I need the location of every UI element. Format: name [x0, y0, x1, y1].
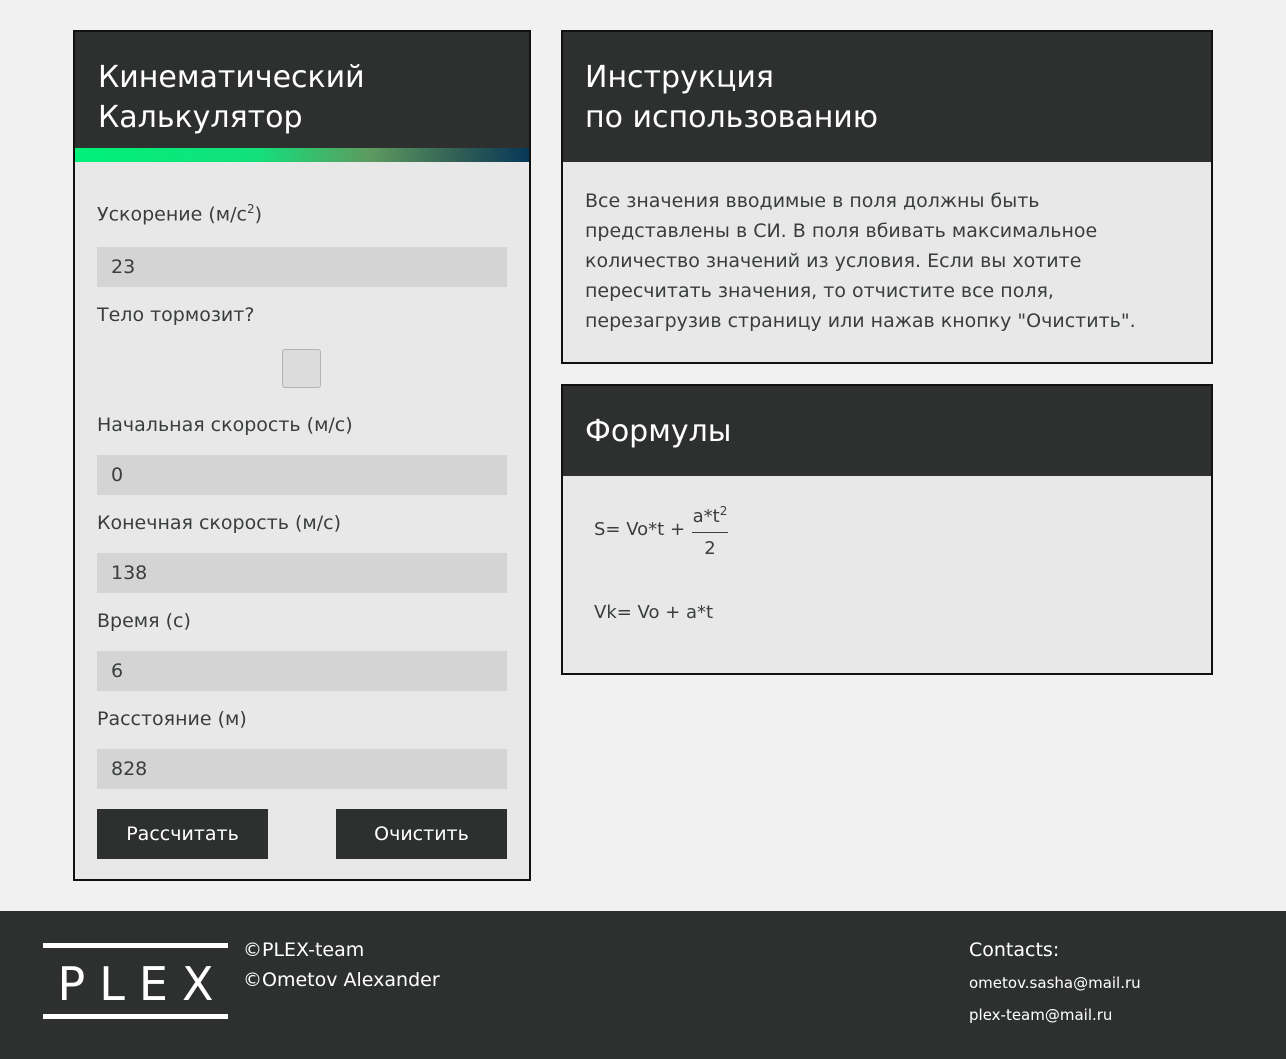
clear-button[interactable]: Очистить: [336, 809, 507, 859]
velocity-formula: Vk= Vo + a*t: [594, 602, 714, 623]
braking-label: Тело тормозит?: [97, 304, 255, 326]
plex-logo: PLEX: [43, 943, 228, 1021]
initial-speed-label: Начальная скорость (м/с): [97, 414, 353, 436]
distance-label: Расстояние (м): [97, 708, 247, 730]
calculator-card: Кинематический Калькулятор Ускорение (м/…: [73, 30, 531, 881]
distance-formula-lhs: S= Vo*t +: [594, 519, 686, 540]
logo-bottom-bar: [43, 1014, 228, 1019]
instructions-title-line1: Инструкция: [585, 60, 774, 95]
final-speed-label: Конечная скорость (м/с): [97, 512, 341, 534]
braking-checkbox[interactable]: [282, 349, 321, 388]
instructions-text-line: перезагрузив страницу или нажав кнопку "…: [585, 310, 1136, 332]
calculate-button[interactable]: Рассчитать: [97, 809, 268, 859]
contact-email-1[interactable]: ometov.sasha@mail.ru: [969, 974, 1141, 992]
contacts-title: Contacts:: [969, 939, 1060, 961]
logo-text: PLEX: [57, 957, 228, 1011]
formulas-header: Формулы: [563, 386, 1211, 476]
distance-input[interactable]: 828: [97, 749, 507, 789]
acceleration-input[interactable]: 23: [97, 247, 507, 287]
instructions-header: Инструкция по использованию: [563, 32, 1211, 162]
final-speed-input[interactable]: 138: [97, 553, 507, 593]
instructions-title-line2: по использованию: [585, 100, 879, 135]
instructions-text: Все значения вводимые в поля должны быть…: [563, 162, 1211, 336]
instructions-text-line: количество значений из условия. Если вы …: [585, 250, 1082, 272]
distance-formula-numerator: a*t2: [692, 504, 728, 527]
instructions-text-line: Все значения вводимые в поля должны быть: [585, 190, 1040, 212]
acceleration-label: Ускорение (м/с2): [97, 202, 263, 226]
instructions-text-line: представлены в СИ. В поля вбивать максим…: [585, 220, 1098, 242]
initial-speed-input[interactable]: 0: [97, 455, 507, 495]
fraction-line: [692, 532, 728, 533]
calculator-title-line2: Калькулятор: [98, 100, 303, 135]
copyright-team: ©PLEX-team: [243, 939, 365, 961]
time-input[interactable]: 6: [97, 651, 507, 691]
calculator-title-line1: Кинематический: [98, 60, 365, 95]
header-gradient-bar: [75, 148, 529, 162]
formulas-title: Формулы: [585, 414, 732, 449]
instructions-card: Инструкция по использованию Все значения…: [561, 30, 1213, 364]
footer: PLEX ©PLEX-team ©Ometov Alexander Contac…: [0, 911, 1286, 1059]
time-label: Время (с): [97, 610, 191, 632]
calculator-header: Кинематический Калькулятор: [75, 32, 529, 162]
distance-formula-denominator: 2: [704, 538, 716, 559]
contact-email-2[interactable]: plex-team@mail.ru: [969, 1006, 1112, 1024]
formulas-card: Формулы S= Vo*t + a*t2 2 Vk= Vo + a*t: [561, 384, 1213, 675]
copyright-author: ©Ometov Alexander: [243, 969, 440, 991]
logo-top-bar: [43, 943, 228, 948]
instructions-text-line: пересчитать значения, то отчистите все п…: [585, 280, 1054, 302]
